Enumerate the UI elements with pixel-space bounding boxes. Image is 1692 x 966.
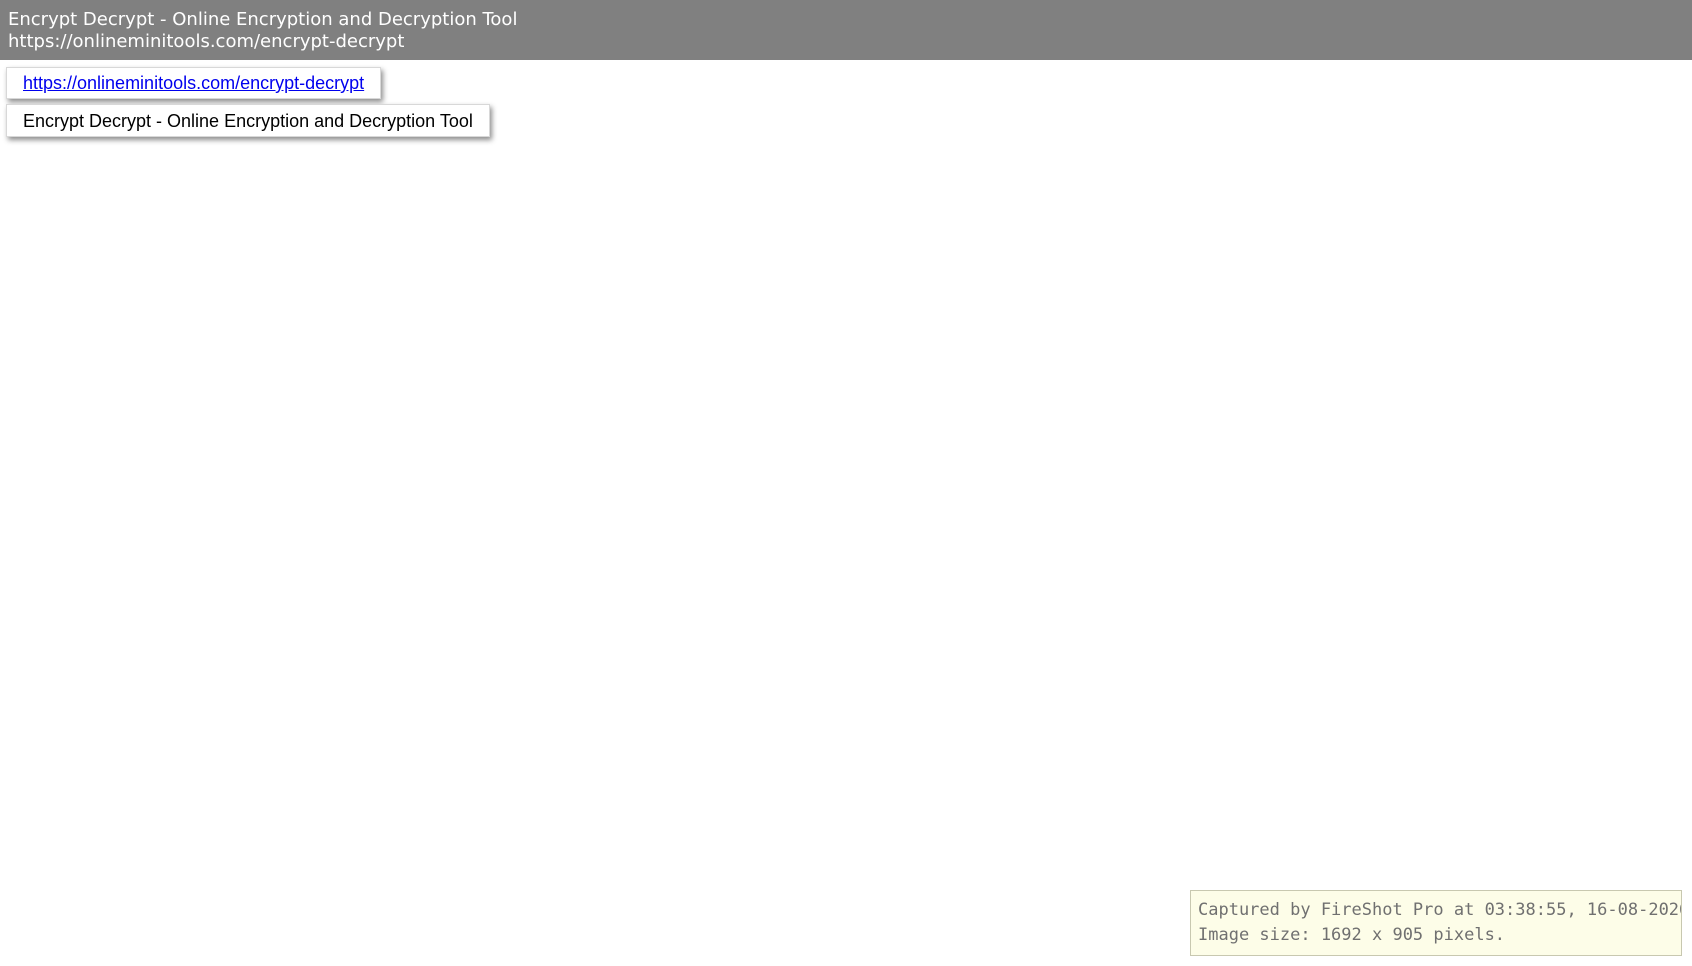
capture-note: Captured by FireShot Pro at 03:38:55, 16… — [1190, 890, 1682, 956]
capture-note-line2: Image size: 1692 x 905 pixels. — [1198, 925, 1506, 945]
page-header: Encrypt Decrypt - Online Encryption and … — [0, 0, 1692, 60]
capture-note-line1: Captured by FireShot Pro at 03:38:55, 16… — [1198, 900, 1682, 920]
title-card: Encrypt Decrypt - Online Encryption and … — [6, 104, 490, 137]
header-url: https://onlineminitools.com/encrypt-decr… — [8, 31, 405, 52]
url-card: https://onlineminitools.com/encrypt-decr… — [6, 67, 382, 99]
title-card-text: Encrypt Decrypt - Online Encryption and … — [23, 111, 473, 131]
header-title: Encrypt Decrypt - Online Encryption and … — [8, 9, 518, 30]
url-link[interactable]: https://onlineminitools.com/encrypt-decr… — [23, 73, 364, 93]
